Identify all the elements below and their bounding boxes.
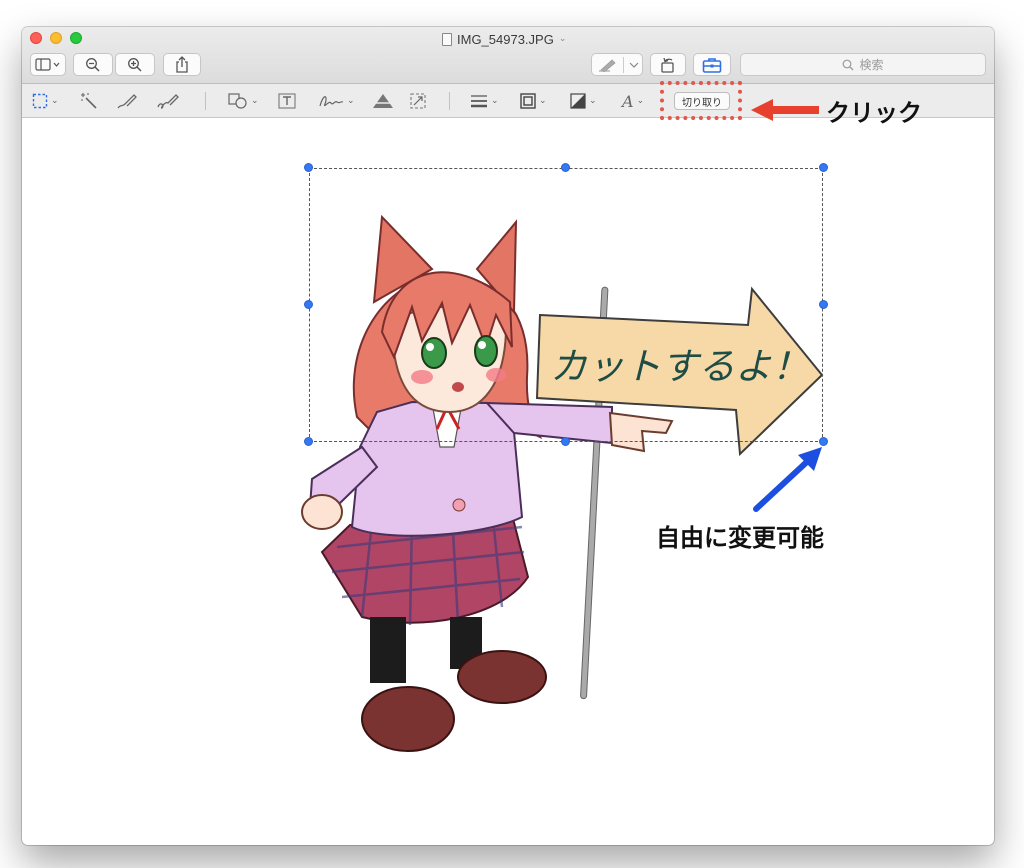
toolbar-divider <box>205 92 206 110</box>
font-icon: A <box>622 91 634 111</box>
search-field[interactable]: 検索 <box>740 53 986 76</box>
handle-top-right[interactable] <box>819 163 828 172</box>
fill-color-tool[interactable]: ⌄ <box>570 90 597 112</box>
handle-bottom-middle[interactable] <box>561 437 570 446</box>
draw-tool[interactable] <box>156 90 180 112</box>
title-bar: IMG_54973.JPG ⌄ 検索 <box>22 27 994 84</box>
selection-chevron-icon: ⌄ <box>51 96 59 106</box>
search-placeholder: 検索 <box>859 58 884 72</box>
line-style-tool[interactable]: ⌄ <box>470 90 499 112</box>
line-style-chevron-icon: ⌄ <box>491 96 499 106</box>
rotate-icon <box>661 57 674 73</box>
border-color-chevron-icon: ⌄ <box>539 96 547 106</box>
line-style-icon <box>471 95 487 108</box>
signature-chevron-icon: ⌄ <box>347 96 355 106</box>
crop-highlight-box <box>660 81 742 120</box>
signature-tool[interactable]: ⌄ <box>318 90 355 112</box>
preview-window: IMG_54973.JPG ⌄ 検索 ⌄ ⌄ ⌄ ⌄ ⌄ ⌄ A ⌄ 切り取り … <box>22 27 994 845</box>
window-title[interactable]: IMG_54973.JPG ⌄ <box>442 30 566 48</box>
draw-icon <box>157 94 179 109</box>
border-color-tool[interactable]: ⌄ <box>520 90 547 112</box>
zoom-out-icon <box>86 57 100 72</box>
handle-top-left[interactable] <box>304 163 313 172</box>
markup-divider <box>623 57 624 73</box>
zoom-in-icon <box>128 57 142 72</box>
handle-bottom-left[interactable] <box>304 437 313 446</box>
signature-icon <box>319 96 344 107</box>
sketch-tool[interactable] <box>116 90 138 112</box>
zoom-in-button[interactable] <box>115 53 155 76</box>
zoom-out-button[interactable] <box>73 53 113 76</box>
selection-rectangle[interactable] <box>309 168 823 442</box>
magic-wand-icon <box>81 93 97 109</box>
adjust-color-tool[interactable] <box>372 90 394 112</box>
rotate-button[interactable] <box>650 53 686 76</box>
markup-chevron-icon[interactable] <box>629 62 639 69</box>
share-icon <box>176 56 188 73</box>
share-button[interactable] <box>163 53 201 76</box>
red-arrow-icon <box>751 99 819 121</box>
handle-middle-right[interactable] <box>819 300 828 309</box>
toolbar-divider-2 <box>449 92 450 110</box>
window-title-text: IMG_54973.JPG <box>457 31 554 47</box>
fill-color-icon <box>570 93 586 109</box>
adjust-size-tool[interactable] <box>409 90 427 112</box>
text-style-chevron-icon: ⌄ <box>636 96 645 106</box>
blue-arrow-icon <box>753 447 822 512</box>
shapes-chevron-icon: ⌄ <box>251 96 259 106</box>
markup-pen-icon <box>599 58 616 72</box>
fill-color-chevron-icon: ⌄ <box>589 96 597 106</box>
sidebar-icon <box>35 58 60 71</box>
freely-adjustable-annotation: 自由に変更可能 <box>656 524 824 552</box>
handle-middle-left[interactable] <box>304 300 313 309</box>
markup-button[interactable] <box>591 53 643 76</box>
zoom-window-button[interactable] <box>70 32 82 44</box>
resize-icon <box>410 93 426 109</box>
sketch-icon <box>117 94 137 109</box>
rectangular-selection-icon <box>32 93 48 109</box>
text-tool[interactable] <box>278 90 296 112</box>
search-icon <box>843 59 854 70</box>
text-style-tool[interactable]: A ⌄ <box>622 90 644 112</box>
minimize-window-button[interactable] <box>50 32 62 44</box>
document-icon <box>442 32 452 46</box>
click-annotation: クリック <box>826 99 922 127</box>
toolbox-icon <box>702 57 722 73</box>
sidebar-toggle-button[interactable] <box>30 53 66 76</box>
text-box-icon <box>278 93 296 109</box>
border-color-icon <box>520 93 536 109</box>
adjust-color-icon <box>372 94 394 108</box>
title-chevron-icon: ⌄ <box>558 34 567 44</box>
close-window-button[interactable] <box>30 32 42 44</box>
handle-top-middle[interactable] <box>561 163 570 172</box>
shapes-tool[interactable]: ⌄ <box>228 90 259 112</box>
shapes-icon <box>228 93 247 109</box>
instant-alpha-tool[interactable] <box>80 90 98 112</box>
markup-toolbar-button[interactable] <box>693 53 731 76</box>
selection-tool[interactable]: ⌄ <box>32 90 59 112</box>
